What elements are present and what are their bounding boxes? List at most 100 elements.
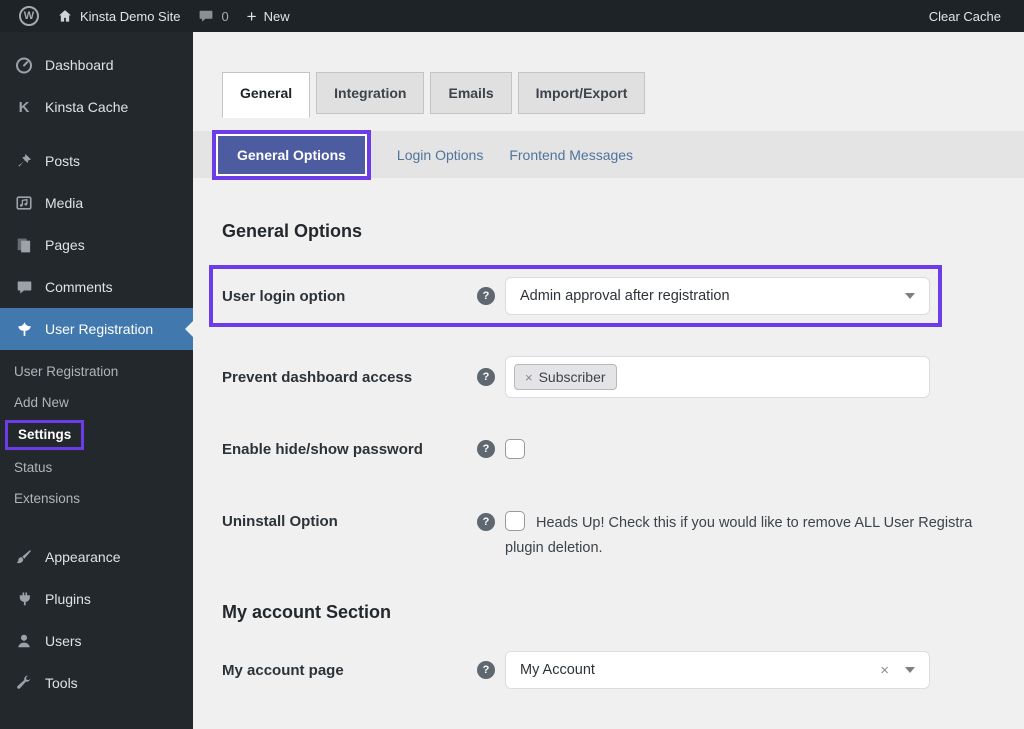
- sidebar-item-label: Pages: [45, 237, 85, 253]
- dashboard-icon: [14, 55, 34, 75]
- comments-icon: [14, 277, 34, 297]
- annotation-box-settings: Settings: [0, 418, 193, 452]
- admin-bar: W Kinsta Demo Site 0 + New Clear Cache: [0, 0, 1024, 32]
- uninstall-warning-text-continued: plugin deletion.: [505, 537, 972, 560]
- sidebar-item-label: Users: [45, 633, 82, 649]
- field-row-uninstall-option: Uninstall Option ? Heads Up! Check this …: [222, 511, 1024, 560]
- settings-tabs: General Integration Emails Import/Export: [193, 32, 1024, 114]
- pages-icon: [14, 235, 34, 255]
- sidebar-item-label: Plugins: [45, 591, 91, 607]
- active-menu-arrow: [185, 321, 193, 337]
- sidebar-item-label: Posts: [45, 153, 80, 169]
- field-row-prevent-dashboard-access: Prevent dashboard access ? × Subscriber: [222, 356, 1024, 398]
- field-label: Enable hide/show password: [222, 441, 477, 458]
- field-label: User login option: [222, 288, 477, 305]
- chevron-down-icon: [905, 667, 915, 673]
- kinsta-icon: K: [14, 97, 34, 117]
- subtab-general-options[interactable]: General Options: [218, 136, 365, 174]
- user-registration-submenu: User Registration Add New Settings Statu…: [0, 350, 193, 524]
- new-content-menu[interactable]: + New: [238, 0, 299, 32]
- chevron-down-icon: [905, 293, 915, 299]
- sidebar-item-posts[interactable]: Posts: [0, 140, 193, 182]
- sidebar-item-label: Appearance: [45, 549, 121, 565]
- help-icon[interactable]: ?: [477, 440, 495, 458]
- submenu-item-extensions[interactable]: Extensions: [0, 483, 193, 514]
- sidebar-item-label: Comments: [45, 279, 113, 295]
- field-label: Prevent dashboard access: [222, 369, 477, 386]
- sidebar-item-dashboard[interactable]: Dashboard: [0, 44, 193, 86]
- wp-logo-menu[interactable]: W: [10, 0, 48, 32]
- plus-icon: +: [247, 8, 257, 25]
- selected-value: My Account: [520, 662, 595, 678]
- sidebar-item-label: Tools: [45, 675, 78, 691]
- annotation-box-general-options: General Options: [212, 130, 371, 180]
- site-name-menu[interactable]: Kinsta Demo Site: [48, 0, 189, 32]
- sidebar-item-user-registration[interactable]: User Registration: [0, 308, 193, 350]
- tab-integration[interactable]: Integration: [316, 72, 424, 114]
- sidebar-item-tools[interactable]: Tools: [0, 662, 193, 704]
- subtab-bar: General Options Login Options Frontend M…: [193, 131, 1024, 178]
- wrench-icon: [14, 673, 34, 693]
- uninstall-option-checkbox[interactable]: [505, 511, 525, 531]
- help-icon[interactable]: ?: [477, 368, 495, 386]
- tab-general[interactable]: General: [222, 72, 310, 118]
- user-icon: [14, 631, 34, 651]
- pushpin-icon: [14, 151, 34, 171]
- submenu-item-status[interactable]: Status: [0, 452, 193, 483]
- submenu-item-add-new[interactable]: Add New: [0, 387, 193, 418]
- wordpress-logo-icon: W: [19, 6, 39, 26]
- comment-count: 0: [221, 9, 228, 24]
- sidebar-item-label: Dashboard: [45, 57, 114, 73]
- clear-selection-icon[interactable]: ×: [880, 663, 889, 678]
- sidebar-item-label: User Registration: [45, 321, 153, 337]
- uninstall-option-control: Heads Up! Check this if you would like t…: [505, 511, 972, 560]
- plug-icon: [14, 589, 34, 609]
- new-label: New: [264, 9, 290, 24]
- help-icon[interactable]: ?: [477, 287, 495, 305]
- annotation-box-user-login-row: User login option ? Admin approval after…: [209, 265, 942, 327]
- my-account-page-select[interactable]: My Account ×: [505, 651, 930, 689]
- field-row-enable-hide-show-password: Enable hide/show password ?: [222, 439, 1024, 459]
- tab-import-export[interactable]: Import/Export: [518, 72, 646, 114]
- sidebar-item-label: Media: [45, 195, 83, 211]
- comment-bubble-icon: [198, 8, 214, 24]
- section-title-general-options: General Options: [222, 221, 1024, 242]
- sidebar-item-users[interactable]: Users: [0, 620, 193, 662]
- site-name-label: Kinsta Demo Site: [80, 9, 180, 24]
- submenu-item-settings[interactable]: Settings: [5, 420, 84, 450]
- sidebar-item-plugins[interactable]: Plugins: [0, 578, 193, 620]
- selected-value: Admin approval after registration: [520, 288, 730, 304]
- clear-cache-label: Clear Cache: [929, 9, 1001, 24]
- settings-form: General Options User login option ? Admi…: [193, 221, 1024, 689]
- uninstall-warning-text: Heads Up! Check this if you would like t…: [536, 511, 972, 535]
- subtab-login-options[interactable]: Login Options: [397, 147, 483, 163]
- field-row-my-account-page: My account page ? My Account ×: [222, 651, 1024, 689]
- prevent-dashboard-access-input[interactable]: × Subscriber: [505, 356, 930, 398]
- field-row-user-login-option: User login option ? Admin approval after…: [222, 277, 938, 315]
- user-registration-flower-icon: [14, 319, 34, 339]
- clear-cache-button[interactable]: Clear Cache: [920, 0, 1010, 32]
- field-label: Uninstall Option: [222, 511, 477, 530]
- enable-hide-show-password-checkbox[interactable]: [505, 439, 525, 459]
- subtab-frontend-messages[interactable]: Frontend Messages: [509, 147, 633, 163]
- sidebar-item-kinsta-cache[interactable]: K Kinsta Cache: [0, 86, 193, 128]
- section-title-my-account: My account Section: [222, 602, 1024, 623]
- comments-bubble-menu[interactable]: 0: [189, 0, 237, 32]
- home-icon: [57, 8, 73, 24]
- tab-emails[interactable]: Emails: [430, 72, 511, 114]
- admin-sidebar: Dashboard K Kinsta Cache Posts Media Pag…: [0, 32, 193, 729]
- settings-page: General Integration Emails Import/Export…: [193, 32, 1024, 729]
- paintbrush-icon: [14, 547, 34, 567]
- user-login-option-select[interactable]: Admin approval after registration: [505, 277, 930, 315]
- role-tag-subscriber: × Subscriber: [514, 364, 617, 390]
- help-icon[interactable]: ?: [477, 661, 495, 679]
- submenu-item-user-registration[interactable]: User Registration: [0, 356, 193, 387]
- sidebar-item-media[interactable]: Media: [0, 182, 193, 224]
- media-icon: [14, 193, 34, 213]
- sidebar-item-pages[interactable]: Pages: [0, 224, 193, 266]
- tag-label: Subscriber: [539, 369, 606, 385]
- help-icon[interactable]: ?: [477, 513, 495, 531]
- remove-tag-icon[interactable]: ×: [525, 371, 533, 384]
- sidebar-item-appearance[interactable]: Appearance: [0, 536, 193, 578]
- sidebar-item-comments[interactable]: Comments: [0, 266, 193, 308]
